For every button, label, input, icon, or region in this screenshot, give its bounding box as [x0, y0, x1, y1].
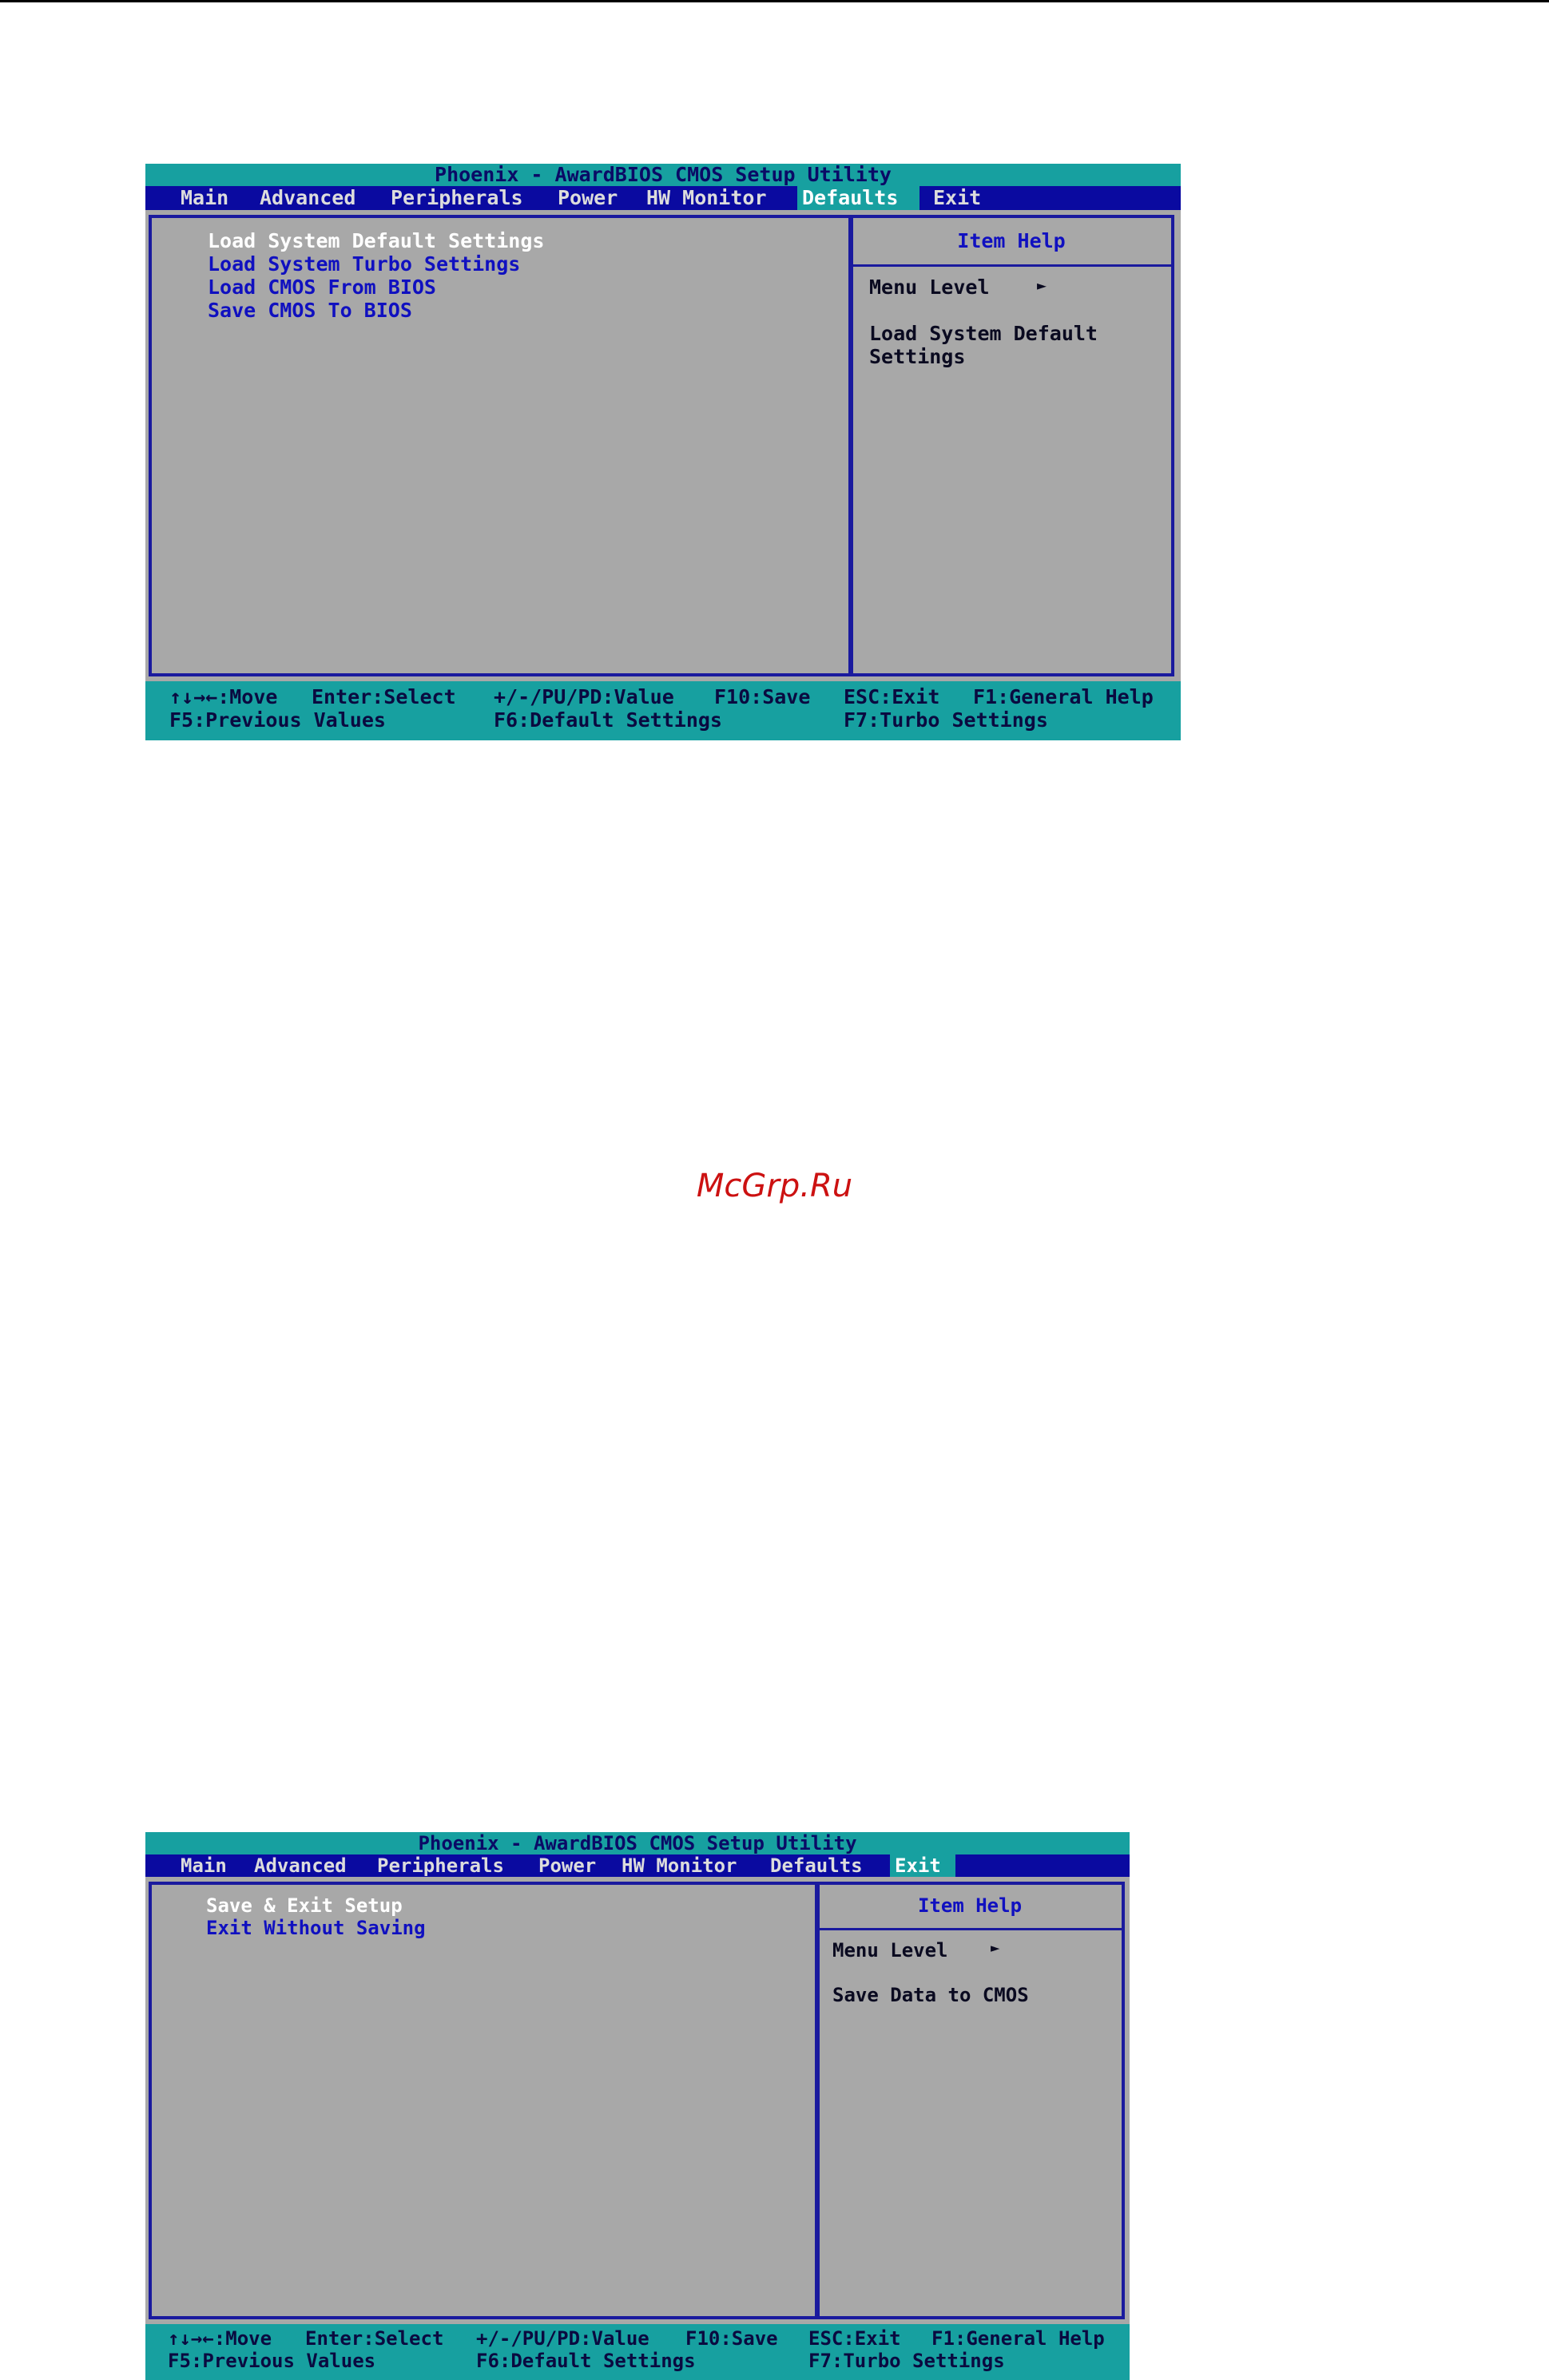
key-help-footer: ↑↓→←:Move Enter:Select +/-/PU/PD:Value F…	[145, 2324, 1130, 2380]
item-help-title: Item Help	[917, 1894, 1023, 1917]
key-hint-default-settings: F6:Default Settings	[494, 708, 722, 732]
key-hint-exit: ESC:Exit	[808, 2327, 901, 2350]
key-hint-save: F10:Save	[714, 685, 811, 708]
menu-tab-peripherals[interactable]: Peripherals	[386, 186, 528, 210]
menu-tab-advanced[interactable]: Advanced	[255, 186, 360, 210]
key-hint-save: F10:Save	[685, 2327, 778, 2350]
help-text-line: Settings	[869, 345, 966, 368]
key-hint-previous-values: F5:Previous Values	[168, 2350, 376, 2372]
key-hint-previous-values: F5:Previous Values	[169, 708, 386, 732]
option-load-system-default-settings[interactable]: Load System Default Settings	[208, 229, 544, 252]
menu-tab-advanced[interactable]: Advanced	[249, 1854, 352, 1877]
key-hint-general-help: F1:General Help	[931, 2327, 1105, 2350]
help-separator	[818, 1928, 1122, 1930]
bios-body: Save & Exit Setup Exit Without Saving It…	[145, 1877, 1130, 2324]
menu-tab-main[interactable]: Main	[176, 186, 233, 210]
key-hint-exit: ESC:Exit	[844, 685, 940, 708]
option-load-cmos-from-bios[interactable]: Load CMOS From BIOS	[208, 276, 436, 299]
key-hint-turbo-settings: F7:Turbo Settings	[808, 2350, 1005, 2372]
bios-title-bar: Phoenix - AwardBIOS CMOS Setup Utility	[145, 1832, 1130, 1854]
menu-bar: Main Advanced Peripherals Power HW Monit…	[145, 1854, 1130, 1877]
help-text-line: Save Data to CMOS	[832, 1984, 1029, 2006]
option-save-cmos-to-bios[interactable]: Save CMOS To BIOS	[208, 299, 412, 322]
menu-tab-exit[interactable]: Exit	[890, 1854, 955, 1877]
option-save-and-exit-setup[interactable]: Save & Exit Setup	[206, 1894, 403, 1917]
key-hint-value: +/-/PU/PD:Value	[494, 685, 674, 708]
bios-body: Load System Default Settings Load System…	[145, 210, 1181, 681]
help-text-line: Load System Default	[869, 322, 1098, 345]
menu-level-label: Menu Level	[832, 1939, 948, 1962]
bios-screen-defaults: Phoenix - AwardBIOS CMOS Setup Utility M…	[145, 164, 1181, 740]
bios-screen-exit: Phoenix - AwardBIOS CMOS Setup Utility M…	[145, 1832, 1130, 2380]
page-top-rule	[0, 0, 1549, 2]
menu-tab-defaults[interactable]: Defaults	[797, 186, 919, 210]
key-hint-select: Enter:Select	[312, 685, 456, 708]
options-panel	[149, 1882, 820, 2319]
key-hint-turbo-settings: F7:Turbo Settings	[844, 708, 1048, 732]
menu-tab-peripherals[interactable]: Peripherals	[372, 1854, 509, 1877]
menu-level-label: Menu Level	[869, 276, 990, 299]
watermark-text: McGrp.Ru	[696, 1168, 853, 1204]
item-help-title: Item Help	[957, 229, 1066, 252]
menu-bar: Main Advanced Peripherals Power HW Monit…	[145, 186, 1181, 210]
key-hint-value: +/-/PU/PD:Value	[476, 2327, 649, 2350]
bios-title-bar: Phoenix - AwardBIOS CMOS Setup Utility	[145, 164, 1181, 186]
key-help-footer: ↑↓→←:Move Enter:Select +/-/PU/PD:Value F…	[145, 681, 1181, 740]
menu-tab-power[interactable]: Power	[534, 1854, 601, 1877]
menu-tab-exit[interactable]: Exit	[928, 186, 986, 210]
option-exit-without-saving[interactable]: Exit Without Saving	[206, 1917, 426, 1939]
help-separator	[852, 264, 1171, 267]
menu-tab-defaults[interactable]: Defaults	[765, 1854, 868, 1877]
option-load-system-turbo-settings[interactable]: Load System Turbo Settings	[208, 252, 520, 276]
key-hint-general-help: F1:General Help	[973, 685, 1154, 708]
key-hint-select: Enter:Select	[305, 2327, 444, 2350]
menu-level-arrow-icon: ►	[1037, 276, 1047, 295]
menu-level-arrow-icon: ►	[991, 1939, 1000, 1957]
menu-tab-hw-monitor[interactable]: HW Monitor	[617, 1854, 742, 1877]
menu-tab-main[interactable]: Main	[176, 1854, 232, 1877]
menu-tab-hw-monitor[interactable]: HW Monitor	[641, 186, 772, 210]
menu-tab-power[interactable]: Power	[553, 186, 622, 210]
key-hint-move: ↑↓→←:Move	[169, 685, 278, 708]
key-hint-move: ↑↓→←:Move	[168, 2327, 272, 2350]
key-hint-default-settings: F6:Default Settings	[476, 2350, 696, 2372]
